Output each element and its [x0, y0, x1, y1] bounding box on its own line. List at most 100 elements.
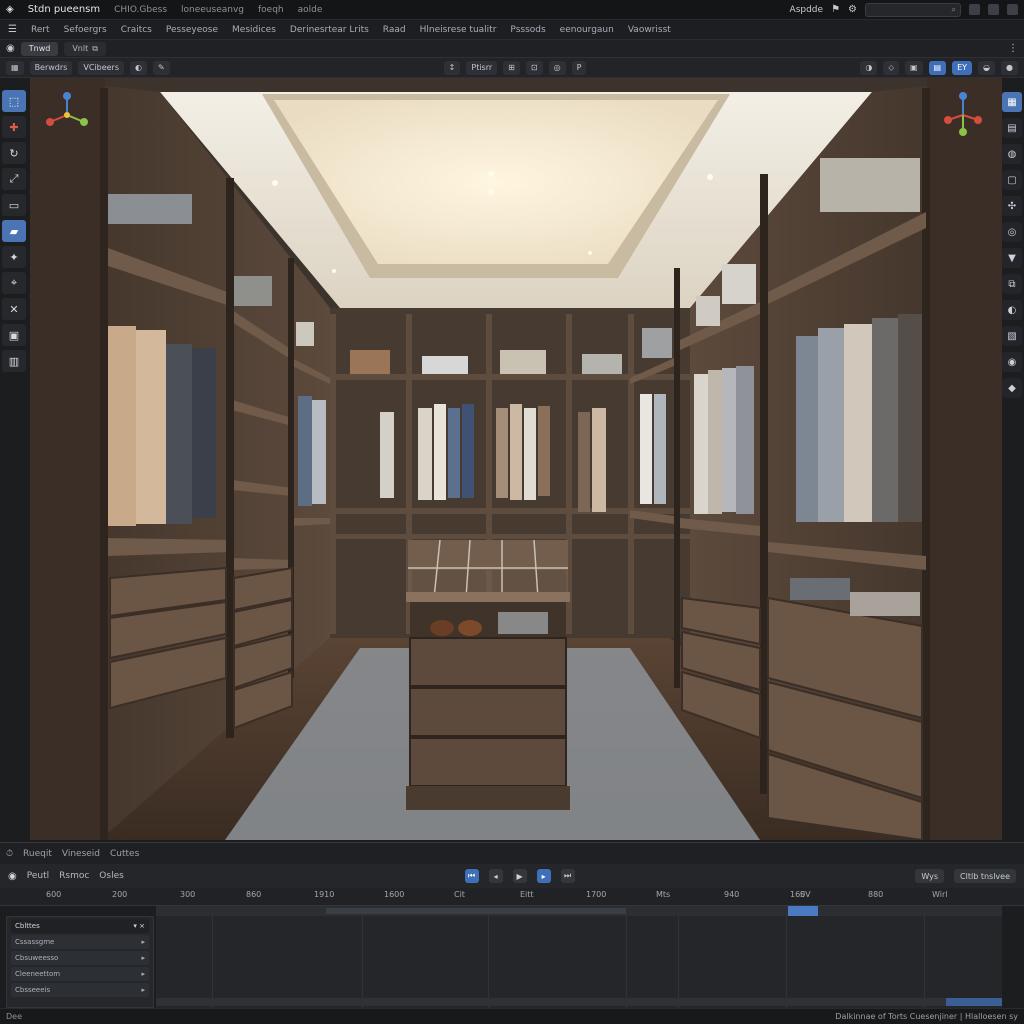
scale-tool-icon[interactable]: ⤢: [2, 168, 26, 190]
track-menu-icon[interactable]: ▸: [141, 970, 145, 978]
overlays-button[interactable]: ▣: [904, 60, 923, 75]
menu-item-0[interactable]: Rert: [31, 25, 50, 35]
track-row[interactable]: Cleeneettom ▸: [11, 967, 149, 981]
menu-item-7[interactable]: Hlneisrese tualitr: [420, 25, 497, 35]
timeline-menu-0[interactable]: Rueqit: [23, 849, 52, 859]
visibility-button[interactable]: ◑: [860, 60, 878, 75]
track-menu-icon[interactable]: ▸: [141, 938, 145, 946]
mode-menu-button[interactable]: VCibeers: [78, 60, 125, 75]
timeline-scrollbar[interactable]: [156, 998, 1002, 1006]
keyframe-area[interactable]: [156, 916, 1002, 1008]
snap-toggle-button[interactable]: ✎: [153, 60, 170, 75]
menu-item-6[interactable]: Raad: [383, 25, 406, 35]
menu-item-2[interactable]: Craitcs: [121, 25, 152, 35]
move-tool-icon[interactable]: ✚: [2, 116, 26, 138]
particles-icon[interactable]: ◎: [1002, 222, 1022, 242]
timeline-menu-2[interactable]: Cuttes: [110, 849, 139, 859]
more-icon[interactable]: ⋮: [1008, 43, 1018, 54]
track-menu-icon[interactable]: ▸: [141, 954, 145, 962]
data-icon[interactable]: ◐: [1002, 300, 1022, 320]
menu-item-4[interactable]: Mesidices: [232, 25, 276, 35]
track-row[interactable]: Cssassgme ▸: [11, 935, 149, 949]
frame-right-input[interactable]: Wys: [915, 869, 945, 883]
editor-type-button[interactable]: ▦: [6, 60, 24, 75]
bell-icon[interactable]: ⚑: [831, 4, 840, 15]
search-input[interactable]: ⌕: [865, 2, 961, 17]
layout-tool-icon[interactable]: ▥: [2, 350, 26, 372]
transform-tool-icon[interactable]: ▭: [2, 194, 26, 216]
title-menu-2[interactable]: foeqh: [258, 5, 284, 15]
menu-item-8[interactable]: Psssods: [510, 25, 545, 35]
jump-end-button[interactable]: ⏭: [560, 869, 575, 883]
select-tool-icon[interactable]: ⬚: [2, 90, 26, 112]
gizmo-button[interactable]: ⬦: [883, 60, 899, 75]
falloff-button[interactable]: P: [571, 60, 587, 75]
tab-0[interactable]: Tnwd: [20, 41, 59, 56]
jump-start-button[interactable]: ⏮: [464, 869, 479, 883]
timeline-scrub[interactable]: [156, 906, 1002, 916]
constraints-icon[interactable]: ⧉: [1002, 274, 1022, 294]
timeline-ruler[interactable]: 600 200 300 860 1910 1600 Cit Eitt 1700 …: [0, 888, 1024, 906]
playback-menu[interactable]: Peutl: [27, 871, 49, 881]
shading-material-button[interactable]: ◒: [978, 60, 996, 75]
proportional-button[interactable]: ⊡: [525, 60, 543, 75]
xray-button[interactable]: ▤: [928, 60, 947, 75]
menu-item-3[interactable]: Pesseyeose: [166, 25, 218, 35]
world-icon[interactable]: ◉: [1002, 352, 1022, 372]
next-key-button[interactable]: ▸: [536, 869, 551, 883]
workspace-icon[interactable]: ◉: [6, 43, 15, 54]
view-menu[interactable]: Osles: [99, 871, 124, 881]
menu-item-9[interactable]: eenourgaun: [560, 25, 614, 35]
modifier-icon[interactable]: ✣: [1002, 196, 1022, 216]
document-name[interactable]: CHIO.Gbess: [114, 5, 167, 15]
view-menu-button[interactable]: Berwdrs: [29, 60, 73, 75]
play-button[interactable]: ▶: [512, 869, 527, 883]
playhead[interactable]: [788, 906, 818, 916]
filter-icon[interactable]: ▾ ⨯: [133, 922, 145, 930]
menu-icon[interactable]: ☰: [8, 24, 17, 35]
shading-render-button[interactable]: ●: [1001, 60, 1018, 75]
maximize-button[interactable]: [988, 4, 999, 15]
annotate-tool-icon[interactable]: ▰: [2, 220, 26, 242]
transform-orientation-button[interactable]: Ptisrr: [466, 60, 498, 75]
tab-1[interactable]: Vnlt ⧉: [64, 41, 106, 56]
snap-button[interactable]: ⊞: [503, 60, 520, 75]
axis-gizmo-right[interactable]: [940, 92, 986, 138]
timeline-editor-icon[interactable]: ⏱: [6, 849, 13, 859]
keying-menu[interactable]: Rsmoc: [59, 871, 89, 881]
texture-icon[interactable]: ▧: [1002, 326, 1022, 346]
title-menu-1[interactable]: loneeuseanvg: [181, 5, 244, 15]
menu-item-5[interactable]: Derinesrtear Lrits: [290, 25, 369, 35]
frame-end-input[interactable]: Cltlb tnslvee: [954, 869, 1016, 883]
axis-gizmo-left[interactable]: [44, 92, 90, 138]
object-icon[interactable]: ▢: [1002, 170, 1022, 190]
add-tool-icon[interactable]: ✕: [2, 298, 26, 320]
track-row[interactable]: Cbsseeeis ▸: [11, 983, 149, 997]
timeline-menu-1[interactable]: Vineseid: [62, 849, 100, 859]
search-label[interactable]: Aspdde: [790, 5, 824, 15]
close-button[interactable]: [1007, 4, 1018, 15]
menu-item-1[interactable]: Sefoergrs: [64, 25, 107, 35]
track-menu-icon[interactable]: ▸: [141, 986, 145, 994]
rotate-tool-icon[interactable]: ↻: [2, 142, 26, 164]
physics-icon[interactable]: ▼: [1002, 248, 1022, 268]
prev-key-button[interactable]: ◂: [488, 869, 503, 883]
scrollbar-thumb[interactable]: [946, 998, 1002, 1006]
camera-icon[interactable]: ◉: [8, 871, 17, 882]
3d-viewport[interactable]: [30, 78, 1002, 840]
track-header[interactable]: Cblttes ▾ ⨯: [11, 919, 149, 933]
display-toggle-button[interactable]: ◐: [130, 60, 147, 75]
menu-item-10[interactable]: Vaowrisst: [628, 25, 671, 35]
measure-tool-icon[interactable]: ✦: [2, 246, 26, 268]
minimize-button[interactable]: [969, 4, 980, 15]
camera-tool-icon[interactable]: ▣: [2, 324, 26, 346]
pivot-button[interactable]: ↕: [443, 60, 461, 75]
render-icon[interactable]: ◆: [1002, 378, 1022, 398]
title-menu-3[interactable]: aolde: [298, 5, 323, 15]
settings-icon[interactable]: ⚙: [848, 4, 857, 15]
track-row[interactable]: Cbsuweesso ▸: [11, 951, 149, 965]
overlay-button[interactable]: ◎: [548, 60, 566, 75]
shading-solid-button[interactable]: EY: [952, 60, 973, 75]
properties-icon[interactable]: ▤: [1002, 118, 1022, 138]
cursor-tool-icon[interactable]: ⌖: [2, 272, 26, 294]
